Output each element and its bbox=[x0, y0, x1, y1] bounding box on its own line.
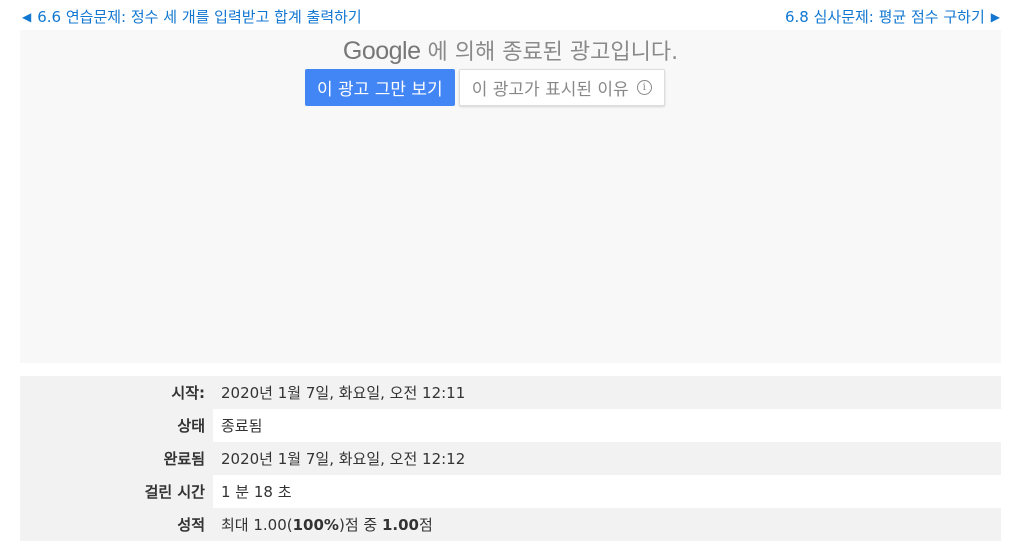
grade-suffix: 점 bbox=[418, 516, 433, 534]
grade-label: 성적 bbox=[20, 508, 213, 541]
time-taken-label: 걸린 시간 bbox=[20, 475, 213, 508]
prev-activity-label: 6.6 연습문제: 정수 세 개를 입력받고 합계 출력하기 bbox=[37, 8, 362, 26]
summary-row-completed: 완료됨 2020년 1월 7일, 화요일, 오전 12:12 bbox=[20, 442, 1001, 475]
summary-row-time-taken: 걸린 시간 1 분 18 초 bbox=[20, 475, 1001, 508]
completed-label: 완료됨 bbox=[20, 442, 213, 475]
grade-prefix: 최대 1.00( bbox=[221, 516, 293, 534]
state-label: 상태 bbox=[20, 409, 213, 442]
completed-value: 2020년 1월 7일, 화요일, 오전 12:12 bbox=[213, 442, 1001, 475]
grade-middle: )점 중 bbox=[338, 516, 382, 534]
started-value: 2020년 1월 7일, 화요일, 오전 12:11 bbox=[213, 376, 1001, 409]
grade-score: 1.00 bbox=[381, 516, 419, 534]
time-taken-value: 1 분 18 초 bbox=[213, 475, 1001, 508]
quiz-navigation: ◀ 6.6 연습문제: 정수 세 개를 입력받고 합계 출력하기 6.8 심사문… bbox=[0, 0, 1030, 30]
next-activity-link[interactable]: 6.8 심사문제: 평균 점수 구하기 ▶ bbox=[785, 6, 1000, 27]
state-value: 종료됨 bbox=[213, 409, 1001, 442]
closed-ad-panel: Google 에 의해 종료된 광고입니다. 이 광고 그만 보기 이 광고가 … bbox=[20, 30, 1001, 363]
next-activity-label: 6.8 심사문제: 평균 점수 구하기 bbox=[784, 8, 985, 26]
info-icon: i bbox=[636, 80, 652, 95]
ad-closed-text: 에 의해 종료된 광고입니다. bbox=[427, 40, 679, 65]
summary-row-grade: 성적 최대 1.00(100%)점 중 1.00점 bbox=[20, 508, 1001, 541]
summary-row-started: 시작: 2020년 1월 7일, 화요일, 오전 12:11 bbox=[20, 376, 1001, 409]
ad-closed-message: Google 에 의해 종료된 광고입니다. bbox=[20, 34, 1001, 66]
why-this-ad-label: 이 광고가 표시된 이유 bbox=[471, 80, 629, 100]
grade-value: 최대 1.00(100%)점 중 1.00점 bbox=[213, 508, 1001, 541]
right-triangle-icon: ▶ bbox=[990, 9, 1000, 24]
left-triangle-icon: ◀ bbox=[22, 9, 32, 24]
ad-feedback-buttons: 이 광고 그만 보기 이 광고가 표시된 이유 i bbox=[305, 69, 665, 106]
stop-seeing-ad-button[interactable]: 이 광고 그만 보기 bbox=[305, 69, 455, 106]
started-label: 시작: bbox=[20, 376, 213, 409]
grade-percent: 100% bbox=[292, 516, 339, 534]
why-this-ad-button[interactable]: 이 광고가 표시된 이유 i bbox=[458, 69, 665, 106]
quiz-summary-table: 시작: 2020년 1월 7일, 화요일, 오전 12:11 상태 종료됨 완료… bbox=[20, 376, 1001, 541]
summary-row-state: 상태 종료됨 bbox=[20, 409, 1001, 442]
google-logo: Google bbox=[342, 37, 421, 65]
prev-activity-link[interactable]: ◀ 6.6 연습문제: 정수 세 개를 입력받고 합계 출력하기 bbox=[22, 6, 362, 27]
